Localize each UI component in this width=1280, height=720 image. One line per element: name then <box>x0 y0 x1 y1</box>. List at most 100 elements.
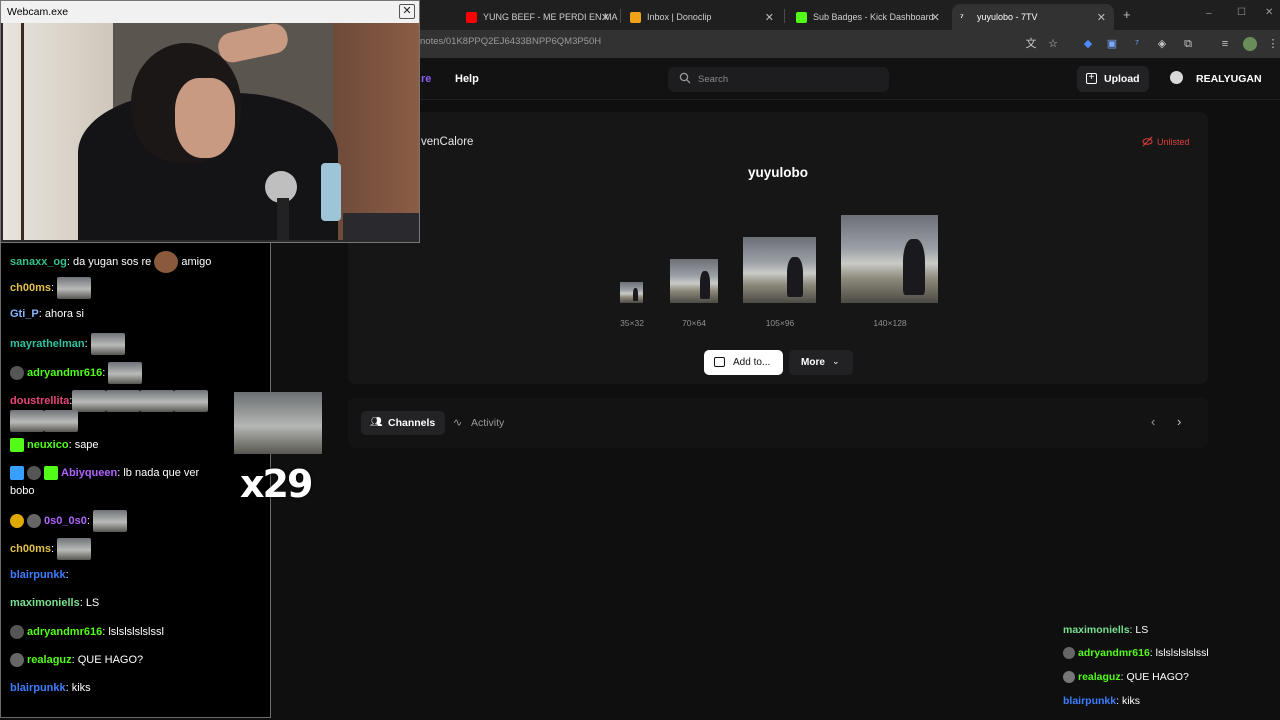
emote-preview-3x <box>743 237 816 303</box>
bookmark-star-icon[interactable]: ☆ <box>1046 37 1060 51</box>
emote-combo-counter: x29 <box>240 462 313 506</box>
emote-image <box>154 251 179 273</box>
size-label: 105×96 <box>765 318 795 328</box>
size-label: 70×64 <box>682 318 706 328</box>
badge-icon <box>27 514 41 528</box>
donoclip-icon <box>630 11 641 23</box>
chevron-right-icon[interactable]: › <box>1177 414 1181 429</box>
translate-icon[interactable]: 文 <box>1024 37 1038 51</box>
door <box>333 23 419 240</box>
user-name[interactable]: REALYUGAN <box>1196 73 1262 85</box>
tab-youtube[interactable]: YUNG BEEF - ME PERDI EN MA ✕ <box>458 4 618 30</box>
chat-text: : LS <box>1129 624 1149 636</box>
chat-username: realaguz <box>1078 671 1121 683</box>
emote-preview-2x <box>670 259 718 303</box>
tab-donoclip[interactable]: Inbox | Donoclip ✕ <box>622 4 782 30</box>
chat-username: adryandmr616 <box>27 625 103 638</box>
badge-icon <box>1063 671 1075 684</box>
tab-label: YUNG BEEF - ME PERDI EN MA <box>483 12 618 22</box>
tab-label: yuyulobo - 7TV <box>977 12 1038 22</box>
chat-message: ch00ms: <box>10 277 92 299</box>
gift-badge-icon <box>10 514 24 528</box>
tab-activity[interactable]: Activity <box>471 417 504 429</box>
chat-username: blairpunkk <box>1063 695 1117 707</box>
chat-username: 0s0_0s0 <box>44 514 87 527</box>
badge-icon <box>1063 647 1075 660</box>
chat-message: maximoniells: LS <box>10 597 99 609</box>
tab-label: Sub Badges - Kick Dashboard <box>813 12 934 22</box>
chat-text: : kiks <box>1116 695 1141 707</box>
chat-text: : sape <box>68 438 99 451</box>
more-label: More <box>801 357 825 368</box>
emote-image <box>57 277 92 299</box>
emote-image <box>72 390 107 412</box>
chat-username: blairpunkk <box>10 682 66 694</box>
person-hand <box>215 23 291 65</box>
chat-text: : lslslslslslssl <box>102 625 164 638</box>
chat-message: maximoniells: LS <box>1063 624 1148 636</box>
chat-text: : QUE HAGO? <box>71 653 144 666</box>
chat-username: adryandmr616 <box>27 366 103 379</box>
tab-kick-dashboard[interactable]: Sub Badges - Kick Dashboard ✕ <box>788 4 948 30</box>
chat-message: doustrellita: <box>10 390 209 412</box>
close-icon[interactable]: ✕ <box>765 11 774 24</box>
chat-message-cont: bobo <box>10 485 34 497</box>
tab-channels-label: Channels <box>388 417 436 429</box>
kebab-menu-icon[interactable]: ⋮ <box>1266 37 1280 51</box>
badge-icon <box>10 653 24 667</box>
close-window-button[interactable]: ✕ <box>1265 7 1273 18</box>
chat-text: : kiks <box>65 682 91 694</box>
emote-owner[interactable]: venCalore <box>421 136 473 148</box>
puzzle-icon[interactable]: ⧉ <box>1181 37 1195 51</box>
nav-link-help[interactable]: Help <box>455 73 479 85</box>
chevron-left-icon[interactable]: ‹ <box>1151 414 1155 429</box>
media-icon[interactable]: ≡ <box>1218 37 1232 51</box>
keyboard <box>343 213 419 240</box>
webcam-window: Webcam.exe ✕ <box>0 0 420 243</box>
close-icon[interactable]: ✕ <box>1097 11 1106 24</box>
close-icon[interactable]: ✕ <box>931 11 940 24</box>
chat-message: Abiyqueen: lb nada que ver <box>10 466 199 480</box>
chat-message: adryandmr616: lslslslslslssl <box>1063 647 1209 660</box>
mic-stand <box>277 198 289 240</box>
chat-username: sanaxx_og <box>10 255 67 268</box>
emote-image <box>10 410 44 432</box>
badge-icon <box>27 466 41 480</box>
user-avatar[interactable] <box>1170 71 1183 84</box>
emote-title: yuyulobo <box>748 165 808 180</box>
tab-7tv-active[interactable]: ⁷ yuyulobo - 7TV ✕ <box>952 4 1114 30</box>
chat-text: : ahora si <box>38 308 84 320</box>
chat-message: sanaxx_og: da yugan sos re amigo <box>10 251 211 273</box>
add-to-label: Add to... <box>733 357 771 368</box>
maximize-button[interactable]: ☐ <box>1237 7 1246 18</box>
nav-link-store[interactable]: re <box>421 73 431 85</box>
webcam-titlebar[interactable]: Webcam.exe ✕ <box>1 1 419 23</box>
chat-username: maximoniells <box>10 597 80 609</box>
chat-text: bobo <box>10 485 35 497</box>
emote-image <box>106 390 141 412</box>
extension-icon[interactable]: ◆ <box>1081 37 1095 51</box>
tab-label: Inbox | Donoclip <box>647 12 712 22</box>
badge-icon <box>10 366 24 380</box>
chat-message: adryandmr616: lslslslslslssl <box>10 625 164 639</box>
minimize-button[interactable]: – <box>1206 8 1212 19</box>
extension-icon[interactable]: ◈ <box>1155 37 1169 51</box>
water-bottle <box>321 163 341 221</box>
activity-icon[interactable]: ∿ <box>453 416 462 429</box>
chat-text: : <box>65 569 69 581</box>
close-icon[interactable]: ✕ <box>399 4 415 19</box>
extension-icon[interactable]: ▣ <box>1105 37 1119 51</box>
profile-avatar-icon[interactable] <box>1243 37 1257 51</box>
chat-message: realaguz: QUE HAGO? <box>1063 671 1189 684</box>
chat-username: blairpunkk <box>10 569 66 581</box>
url-field[interactable]: notes/01K8PPQ2EJ6433BNPP6QM3P50H <box>420 36 601 47</box>
tab-divider <box>784 9 785 23</box>
close-icon[interactable]: ✕ <box>601 11 610 24</box>
emote-preview-1x <box>620 282 643 303</box>
folder-icon <box>714 357 725 367</box>
emote-image <box>108 362 143 384</box>
new-tab-button[interactable]: + <box>1123 7 1131 22</box>
chat-text: : da yugan sos re <box>66 255 155 268</box>
7tv-extension-icon[interactable]: ⁷ <box>1130 37 1144 51</box>
chevron-down-icon: ⌄ <box>832 356 840 366</box>
